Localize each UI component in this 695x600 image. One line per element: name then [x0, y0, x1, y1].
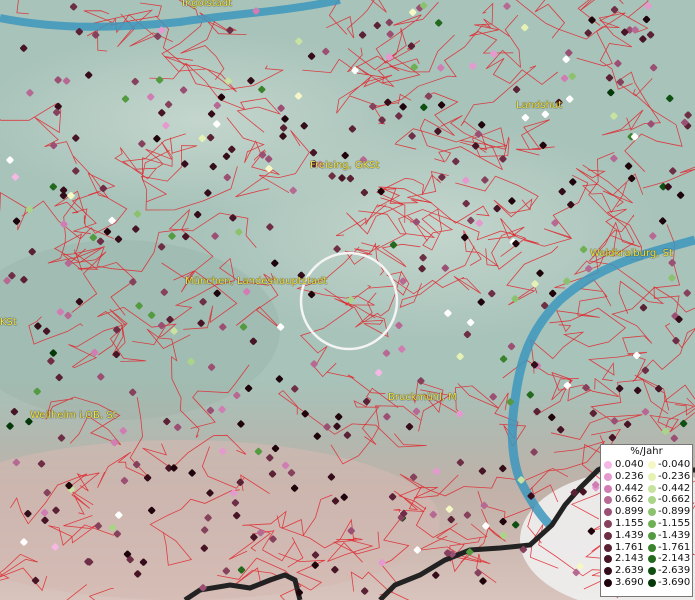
legend-swatch-positive: [604, 519, 612, 528]
legend-title: %/Jahr: [630, 446, 663, 457]
legend-value-positive: 0.662: [615, 494, 644, 506]
map-canvas[interactable]: [0, 0, 695, 600]
legend-value-positive: 1.761: [615, 541, 644, 553]
legend-row: 1.439 -1.439: [601, 530, 692, 542]
legend-row: 0.040 -0.040: [601, 459, 692, 471]
legend-swatch-positive: [604, 555, 612, 564]
legend-value-positive: 0.236: [615, 470, 644, 482]
legend-swatch-positive: [604, 496, 612, 505]
legend-swatch-positive: [604, 472, 612, 481]
legend-row: 1.155 -1.155: [601, 518, 692, 530]
legend-row: 2.639 -2.639: [601, 565, 692, 577]
city-label-ingolstadt: Ingolstadt: [182, 0, 233, 9]
legend-row: 0.236 -0.236: [601, 471, 692, 483]
legend-swatch-negative: [648, 519, 656, 528]
legend-value-negative: -0.662: [658, 494, 691, 506]
legend-row: 2.143 -2.143: [601, 553, 692, 565]
legend-value-positive: 2.143: [615, 553, 644, 565]
legend-value-negative: -0.236: [658, 470, 691, 482]
legend-value-positive: 0.442: [615, 482, 644, 494]
legend-value-positive: 1.155: [615, 517, 644, 529]
legend-value-negative: -2.143: [658, 553, 691, 565]
legend-swatch-positive: [604, 567, 612, 576]
city-label-waldkraiburg: Waldkraiburg, St: [590, 248, 673, 259]
legend-swatch-negative: [648, 567, 656, 576]
legend-swatch-positive: [604, 578, 612, 587]
legend-swatch-negative: [648, 496, 656, 505]
legend-value-negative: -1.439: [658, 529, 691, 541]
legend-value-negative: -2.639: [658, 565, 691, 577]
legend-row: 0.662 -0.662: [601, 494, 692, 506]
legend-swatch-negative: [648, 578, 656, 587]
legend-swatch-negative: [648, 543, 656, 552]
legend-swatch-negative: [648, 555, 656, 564]
city-label-muenchen: München, Landeshauptstadt: [185, 276, 328, 287]
legend-row: 0.899 -0.899: [601, 506, 692, 518]
city-label-ksi: KSt: [0, 317, 17, 328]
legend-value-positive: 3.690: [615, 576, 644, 588]
legend-value-positive: 0.899: [615, 506, 644, 518]
legend-swatch-negative: [648, 531, 656, 540]
city-label-landshut: Landshut: [516, 100, 563, 111]
legend-value-negative: -3.690: [658, 576, 691, 588]
legend-swatch-negative: [648, 461, 656, 469]
legend-row: 0.442 -0.442: [601, 483, 692, 495]
legend-row: 1.761 -1.761: [601, 542, 692, 554]
legend-swatch-positive: [604, 543, 612, 552]
legend-swatch-positive: [604, 531, 612, 540]
legend-swatch-positive: [604, 508, 612, 517]
legend-value-negative: -0.899: [658, 506, 691, 518]
legend-swatch-positive: [604, 484, 612, 493]
city-label-bruckmuehl: Bruckmühl, M: [388, 392, 457, 403]
legend-value-negative: -1.155: [658, 517, 691, 529]
legend-value-positive: 2.639: [615, 565, 644, 577]
legend-swatch-positive: [604, 461, 612, 469]
legend: %/Jahr 0.040 -0.040 0.236 -0.236 0.442 -0.442…: [600, 444, 693, 597]
legend-value-positive: 0.040: [615, 459, 644, 470]
legend-row: 3.690 -3.690: [601, 577, 692, 589]
legend-swatch-negative: [648, 484, 656, 493]
city-label-freising: Freising, GKSt: [310, 160, 380, 171]
legend-value-positive: 1.439: [615, 529, 644, 541]
city-label-weilheim: Weilheim i.OB, St: [30, 410, 117, 421]
legend-value-negative: -0.040: [658, 459, 691, 470]
legend-swatch-negative: [648, 472, 656, 481]
legend-swatch-negative: [648, 508, 656, 517]
legend-value-negative: -0.442: [658, 482, 691, 494]
legend-value-negative: -1.761: [658, 541, 691, 553]
